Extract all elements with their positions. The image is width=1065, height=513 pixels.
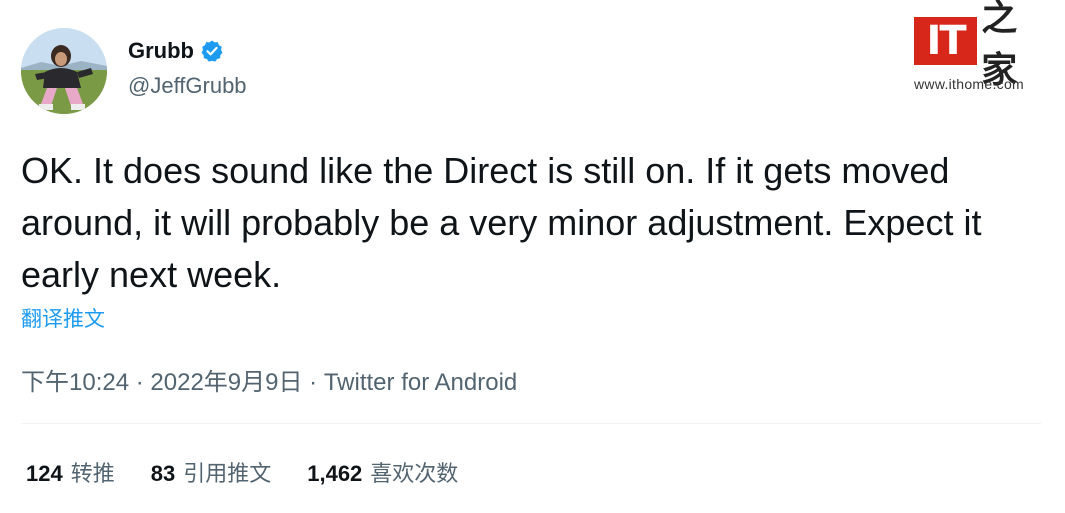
tweet-date[interactable]: 2022年9月9日 xyxy=(150,369,302,396)
retweets-count: 124 xyxy=(26,461,63,486)
translate-tweet-link[interactable]: 翻译推文 xyxy=(21,303,105,333)
tweet-meta: 下午10:24 · 2022年9月9日 · Twitter for Androi… xyxy=(21,362,517,397)
quote-tweets-count: 83 xyxy=(150,461,176,486)
engagement-stats: 124 转推 83 引用推文 1,462 喜欢次数 xyxy=(26,456,494,488)
avatar[interactable] xyxy=(21,28,107,114)
tweet-card: Grubb @JeffGrubb IT 之家 www.ithome.com OK… xyxy=(0,0,1065,513)
divider xyxy=(21,423,1041,424)
likes-label: 喜欢次数 xyxy=(370,461,459,486)
quote-tweets-stat[interactable]: 83 引用推文 xyxy=(151,456,272,488)
verified-badge-icon xyxy=(200,39,224,63)
ithome-logo: IT 之家 xyxy=(914,0,1054,91)
author-name-row[interactable]: Grubb xyxy=(128,36,224,66)
author-display-name[interactable]: Grubb xyxy=(128,38,194,64)
author-handle[interactable]: @JeffGrubb xyxy=(128,73,247,99)
tweet-source[interactable]: Twitter for Android xyxy=(324,369,517,396)
tweet-text: OK. It does sound like the Direct is sti… xyxy=(21,150,982,295)
meta-separator: · xyxy=(135,369,151,396)
avatar-photo xyxy=(21,28,107,114)
retweets-label: 转推 xyxy=(70,461,115,486)
quote-tweets-label: 引用推文 xyxy=(183,461,272,486)
likes-count: 1,462 xyxy=(307,461,363,486)
ithome-watermark: IT 之家 www.ithome.com xyxy=(914,0,1054,96)
retweets-stat[interactable]: 124 转推 xyxy=(26,456,115,488)
likes-stat[interactable]: 1,462 喜欢次数 xyxy=(307,456,458,488)
ithome-logo-it: IT xyxy=(914,17,978,65)
meta-separator: · xyxy=(309,369,324,396)
tweet-time[interactable]: 下午10:24 xyxy=(21,369,129,396)
